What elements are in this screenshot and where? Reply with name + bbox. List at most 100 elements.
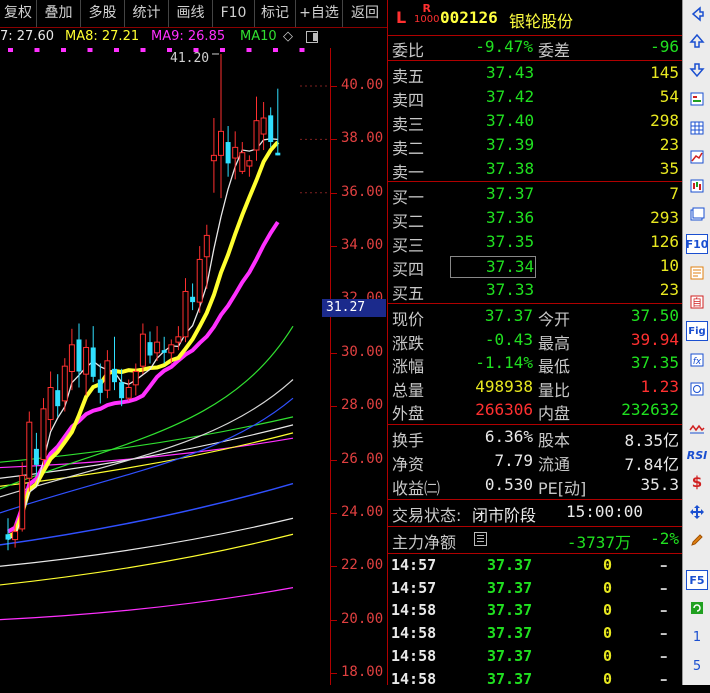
candle-body[interactable]	[83, 346, 90, 375]
toolbar-add-watch-button[interactable]: +自选	[296, 0, 343, 27]
fund-value: 6.36%	[484, 427, 533, 446]
arrow-left-icon[interactable]	[686, 4, 708, 24]
ask-row[interactable]: 卖三 37.40 298	[388, 111, 683, 134]
toolbar-fuquan-button[interactable]: 复权	[0, 0, 37, 27]
stat-label: 外盘	[392, 404, 425, 423]
rsi-icon[interactable]: RSI	[686, 445, 708, 465]
ask-label: 卖三	[392, 115, 425, 134]
candle-body[interactable]	[196, 258, 203, 303]
arrow-down-icon[interactable]	[686, 60, 708, 80]
candle-body[interactable]	[12, 531, 19, 541]
level-indicator: L	[396, 8, 407, 27]
candle-body[interactable]	[239, 152, 246, 172]
stock-name: 银轮股份	[509, 12, 574, 31]
window-list-icon[interactable]	[686, 205, 708, 225]
candle-body[interactable]	[203, 234, 210, 258]
money-icon[interactable]: $	[686, 472, 708, 492]
candle-body[interactable]	[90, 347, 96, 377]
candle-body[interactable]	[26, 421, 33, 479]
trade-direction: –	[660, 601, 668, 620]
ask-row[interactable]: 卖四 37.42 54	[388, 87, 683, 110]
candle-body[interactable]	[210, 154, 217, 162]
ma-dot-marker	[114, 48, 119, 52]
candle-body[interactable]	[253, 120, 260, 151]
toolbar-mark-button[interactable]: 标记	[255, 0, 296, 27]
ask-row[interactable]: 卖一 37.38 35	[388, 159, 683, 182]
price-axis-tick	[331, 192, 337, 194]
candle-body[interactable]	[175, 336, 182, 343]
candle-body[interactable]	[19, 475, 26, 530]
candle-body[interactable]	[47, 387, 54, 421]
ask-row[interactable]: 卖二 37.39 23	[388, 135, 683, 158]
f5-switch-icon[interactable]: F5	[686, 570, 708, 590]
candle-body[interactable]	[55, 390, 61, 407]
candle-body[interactable]	[218, 130, 224, 156]
arrow-up-icon[interactable]	[686, 31, 708, 51]
candle-body[interactable]	[125, 387, 132, 399]
kline-chart[interactable]	[0, 48, 330, 685]
trade-time: 14:58	[391, 624, 437, 643]
candle-body[interactable]	[119, 382, 125, 399]
toolbar-multistock-button[interactable]: 多股	[81, 0, 125, 27]
formula-icon[interactable]: fx	[686, 350, 708, 370]
bid-row[interactable]: 买二 37.36 293	[388, 208, 683, 231]
toolbar-stats-button[interactable]: 统计	[125, 0, 169, 27]
wave-icon[interactable]	[686, 418, 708, 438]
candle-body[interactable]	[40, 408, 47, 461]
candle-body[interactable]	[161, 350, 167, 353]
toolbar-back-button[interactable]: 返回	[343, 0, 387, 27]
period-5-button[interactable]: 5	[686, 656, 708, 676]
candle-body[interactable]	[33, 448, 39, 465]
fig-icon[interactable]: Fig	[686, 321, 708, 341]
stat-value-2: 37.35	[630, 353, 679, 372]
candle-body[interactable]	[68, 344, 75, 372]
candle-body[interactable]	[275, 152, 281, 156]
candle-body[interactable]	[190, 296, 196, 303]
bid-row[interactable]: 买四 37.34 10	[388, 256, 683, 279]
candle-body[interactable]	[76, 339, 82, 372]
refresh-icon[interactable]	[686, 598, 708, 618]
candle-body[interactable]	[232, 146, 239, 159]
price-axis: 40.0038.0036.0034.0032.0030.0028.0026.00…	[330, 48, 388, 685]
candle-body[interactable]	[112, 368, 117, 383]
candle-body[interactable]	[154, 341, 161, 354]
candle-body[interactable]	[182, 290, 189, 338]
toolbar-f10-button[interactable]: F10	[213, 0, 255, 27]
candle-body[interactable]	[168, 344, 175, 354]
news-icon[interactable]	[686, 263, 708, 283]
period-1-button[interactable]: 1	[686, 627, 708, 647]
candle-body[interactable]	[97, 379, 103, 393]
ask-volume: 54	[659, 87, 679, 106]
diamond-icon[interactable]: ◇	[283, 29, 293, 44]
quote-header: L R 1000 002126 银轮股份	[388, 0, 683, 36]
candle-body[interactable]	[104, 360, 111, 391]
panel-toggle-icon[interactable]	[306, 31, 318, 43]
pencil-icon[interactable]	[686, 530, 708, 550]
circle-icon[interactable]	[686, 379, 708, 399]
report-icon[interactable]	[686, 89, 708, 109]
candle-body[interactable]	[61, 365, 68, 402]
toolbar-draw-button[interactable]: 画线	[169, 0, 213, 27]
toolbar-overlay-button[interactable]: 叠加	[37, 0, 81, 27]
candle-body[interactable]	[260, 117, 267, 135]
self-select-icon[interactable]: 自	[686, 292, 708, 312]
trade-time: 14:57	[391, 578, 437, 597]
list-icon[interactable]	[474, 532, 487, 546]
line-chart-icon[interactable]	[686, 147, 708, 167]
ask-row[interactable]: 卖五 37.43 145	[388, 63, 683, 86]
candle-chart-icon[interactable]	[686, 176, 708, 196]
candle-body[interactable]	[147, 342, 153, 356]
candle-body[interactable]	[5, 534, 11, 540]
candle-body[interactable]	[225, 142, 231, 164]
bid-row[interactable]: 买五 37.33 23	[388, 280, 683, 303]
candle-body[interactable]	[246, 160, 253, 167]
move-arrows-icon[interactable]	[686, 502, 708, 522]
stat-label-2: 最高	[538, 333, 571, 353]
bid-row[interactable]: 买三 37.35 126	[388, 232, 683, 255]
candle-body[interactable]	[268, 115, 274, 143]
f10-info-icon[interactable]: F10	[686, 234, 708, 254]
candle-body[interactable]	[139, 333, 146, 367]
bid-row[interactable]: 买一 37.37 7	[388, 184, 683, 207]
candle-body[interactable]	[132, 370, 139, 386]
grid-table-icon[interactable]	[686, 118, 708, 138]
